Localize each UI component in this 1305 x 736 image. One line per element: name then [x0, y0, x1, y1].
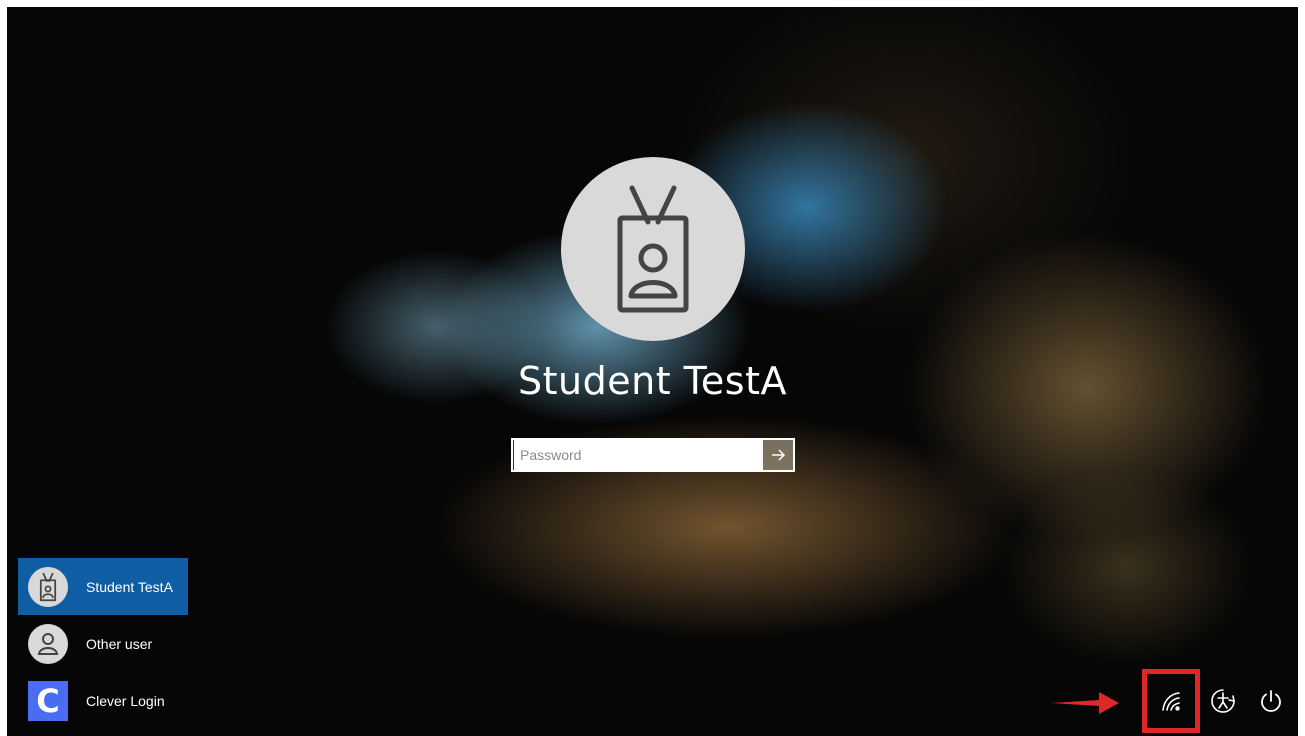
- network-button[interactable]: [1142, 672, 1200, 730]
- ease-of-access-icon: [1211, 689, 1236, 713]
- avatar: [28, 623, 68, 664]
- user-item-student-testa[interactable]: Student TestA: [18, 558, 188, 615]
- user-item-other-user[interactable]: Other user: [18, 615, 188, 672]
- badge-user-icon: [617, 185, 689, 313]
- lock-screen: Student TestA Student TestA Other user C…: [7, 7, 1298, 736]
- selected-user-name: Student TestA: [518, 359, 787, 403]
- user-item-label: Clever Login: [86, 692, 165, 709]
- network-icon: [1162, 692, 1180, 711]
- arrow-right-icon: [772, 449, 786, 461]
- clever-logo: C: [28, 680, 68, 721]
- submit-button[interactable]: [763, 440, 793, 470]
- avatar: [28, 566, 68, 607]
- user-avatar-large: [561, 157, 745, 341]
- person-icon: [37, 632, 59, 655]
- password-box: [511, 438, 795, 472]
- annotation-arrow-icon: [1051, 692, 1119, 714]
- user-switch-list: Student TestA Other user C Clever Login: [18, 558, 188, 729]
- user-item-label: Other user: [86, 635, 153, 652]
- user-item-label: Student TestA: [86, 578, 173, 595]
- power-icon: [1261, 690, 1281, 712]
- password-input[interactable]: [513, 440, 763, 470]
- power-button[interactable]: [1242, 672, 1298, 730]
- system-tray: [1142, 672, 1298, 732]
- user-item-clever-login[interactable]: C Clever Login: [18, 672, 188, 729]
- badge-user-icon: [39, 572, 57, 601]
